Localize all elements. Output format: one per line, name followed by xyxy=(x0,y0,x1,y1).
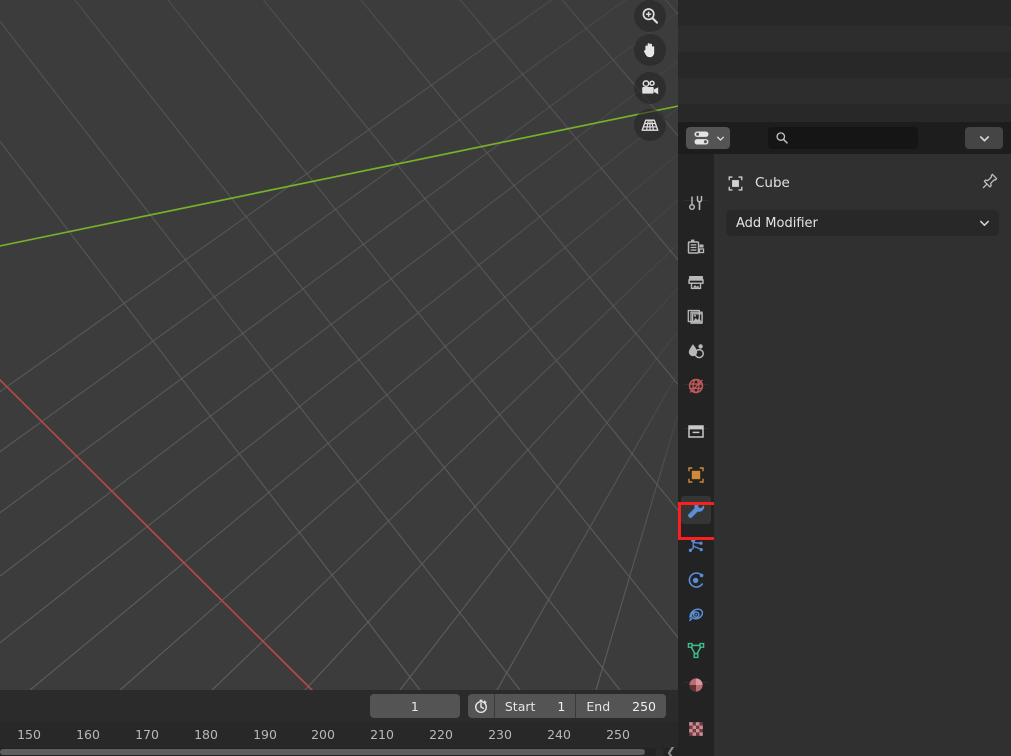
breadcrumb-object-name: Cube xyxy=(755,175,790,191)
outliner-row[interactable] xyxy=(678,0,1011,26)
scrollbar-thumb[interactable] xyxy=(0,749,645,755)
tab-tool[interactable] xyxy=(681,189,711,217)
timeline-tick-label: 200 xyxy=(311,727,335,742)
viewport-grid xyxy=(0,0,678,690)
tab-scene[interactable] xyxy=(681,337,711,365)
chevron-down-icon xyxy=(979,214,990,233)
breadcrumb: Cube xyxy=(726,166,999,200)
blender-window: 1 Start 1 End 250 xyxy=(0,0,1011,756)
editor-type-selector[interactable] xyxy=(686,127,730,149)
world-globe-icon xyxy=(686,376,706,396)
scrollbar-arrow-icon[interactable]: ❮ xyxy=(666,747,676,756)
object-square-icon xyxy=(686,465,706,485)
tab-object[interactable] xyxy=(681,461,711,489)
scrollbar-handle-knob[interactable] xyxy=(655,748,664,756)
tool-icon xyxy=(686,193,706,213)
end-frame-value: 250 xyxy=(632,699,656,714)
tab-render[interactable] xyxy=(681,233,711,261)
filter-options-button[interactable] xyxy=(965,127,1003,149)
start-frame-field[interactable]: Start 1 xyxy=(495,694,577,718)
outliner-row[interactable] xyxy=(678,78,1011,104)
checker-texture-icon xyxy=(686,719,706,739)
outliner-row[interactable] xyxy=(678,26,1011,52)
timeline-header: 1 Start 1 End 250 xyxy=(0,690,678,722)
hand-icon[interactable] xyxy=(634,34,666,66)
current-frame-field[interactable]: 1 xyxy=(370,694,460,718)
search-icon xyxy=(775,131,789,145)
wrench-icon xyxy=(685,499,707,521)
render-camera-icon xyxy=(686,237,706,257)
timeline-tick-label: 170 xyxy=(135,727,159,742)
3d-viewport[interactable] xyxy=(0,0,678,690)
timeline-tick-label: 240 xyxy=(547,727,571,742)
properties-editor: Cube Add Modifier xyxy=(678,122,1011,756)
tab-texture[interactable] xyxy=(681,715,711,743)
stopwatch-icon[interactable] xyxy=(468,694,495,718)
timeline-horizontal-scrollbar[interactable]: ❮ xyxy=(0,748,678,756)
timeline-tick-label: 210 xyxy=(370,727,394,742)
timeline-tick-label: 180 xyxy=(194,727,218,742)
printer-icon xyxy=(686,272,706,292)
right-column: Cube Add Modifier xyxy=(678,0,1011,756)
particles-icon xyxy=(686,535,706,555)
chevron-down-icon xyxy=(716,134,725,143)
tab-view-layer[interactable] xyxy=(681,302,711,330)
properties-panel-body: Cube Add Modifier xyxy=(714,154,1011,756)
search-input[interactable] xyxy=(768,127,918,149)
camera-icon[interactable] xyxy=(634,72,666,104)
timeline-tick-label: 190 xyxy=(253,727,277,742)
timeline-editor[interactable]: 1 Start 1 End 250 xyxy=(0,690,678,756)
add-modifier-label: Add Modifier xyxy=(736,216,818,231)
object-data-icon xyxy=(726,174,745,193)
collection-box-icon xyxy=(686,421,706,441)
zoom-icon[interactable] xyxy=(634,0,666,32)
outliner-editor[interactable] xyxy=(678,0,1011,122)
timeline-ruler[interactable]: 150 160 170 180 190 200 210 220 230 240 250 xyxy=(0,722,678,748)
timeline-tick-label: 230 xyxy=(488,727,512,742)
outliner-row[interactable] xyxy=(678,52,1011,78)
tab-world[interactable] xyxy=(681,372,711,400)
timeline-tick-label: 220 xyxy=(429,727,453,742)
images-icon xyxy=(686,306,706,326)
start-frame-label: Start xyxy=(505,699,536,714)
tab-output[interactable] xyxy=(681,268,711,296)
scene-cone-icon xyxy=(686,341,706,361)
frame-range-controls: Start 1 End 250 xyxy=(468,694,666,718)
timeline-tick-label: 150 xyxy=(17,727,41,742)
timeline-tick-label: 160 xyxy=(76,727,100,742)
tab-particles[interactable] xyxy=(681,531,711,559)
tab-physics[interactable] xyxy=(681,566,711,594)
end-frame-label: End xyxy=(586,699,610,714)
tab-constraints[interactable] xyxy=(681,601,711,629)
tab-material[interactable] xyxy=(681,671,711,699)
mesh-data-icon xyxy=(686,640,706,660)
properties-header xyxy=(678,122,1011,154)
tab-data[interactable] xyxy=(681,636,711,664)
outliner-row[interactable] xyxy=(678,104,1011,122)
properties-editor-icon xyxy=(693,130,713,146)
pin-icon[interactable] xyxy=(981,172,999,194)
properties-tab-rail[interactable] xyxy=(678,154,714,756)
end-frame-field[interactable]: End 250 xyxy=(576,694,666,718)
start-frame-value: 1 xyxy=(557,699,565,714)
material-sphere-icon xyxy=(686,675,706,695)
timeline-tick-label: 250 xyxy=(606,727,630,742)
add-modifier-button[interactable]: Add Modifier xyxy=(726,210,999,236)
chevron-down-icon xyxy=(979,133,990,144)
tab-collection[interactable] xyxy=(681,417,711,445)
tab-modifier[interactable] xyxy=(681,496,711,524)
constraints-icon xyxy=(686,605,706,625)
physics-orbit-icon xyxy=(686,570,706,590)
perspective-grid-icon[interactable] xyxy=(634,109,666,141)
